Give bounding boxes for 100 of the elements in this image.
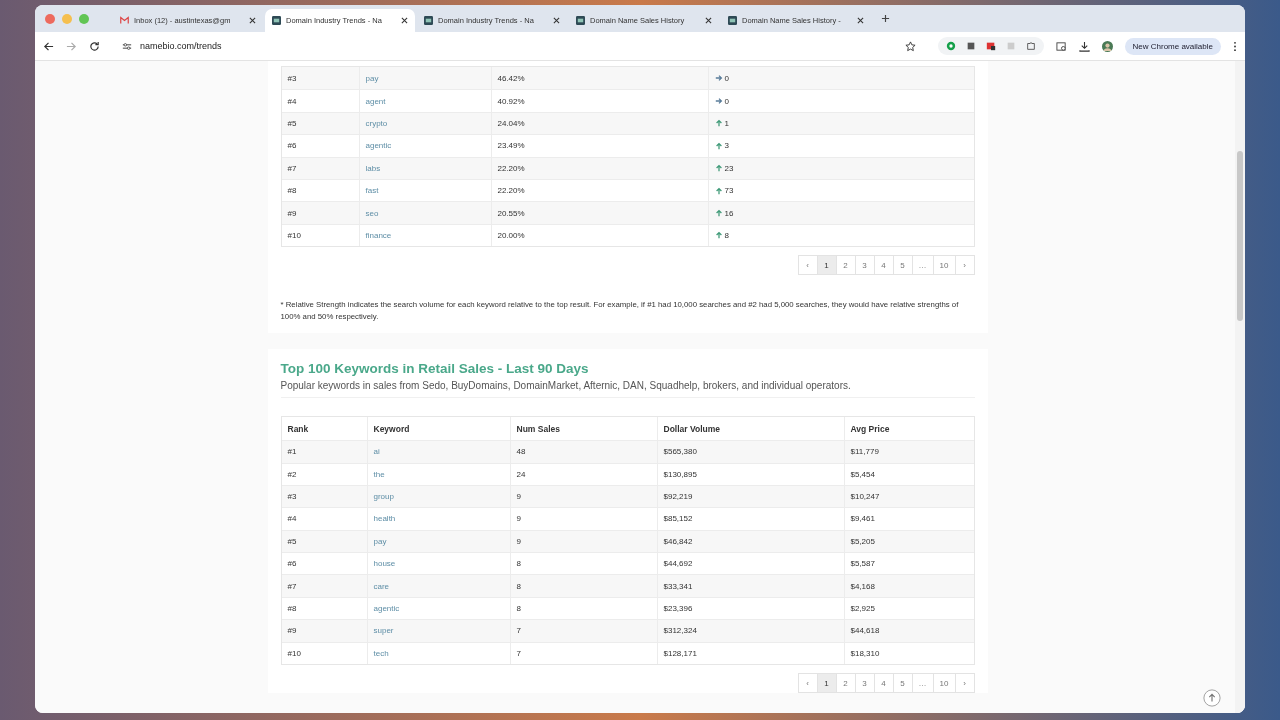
rank-change: 0 <box>724 73 729 83</box>
table-cell-text: #8 <box>286 185 298 198</box>
table-cell: $18,310 <box>843 642 974 665</box>
scroll-to-top-icon[interactable] <box>1203 689 1221 707</box>
page-button[interactable]: 2 <box>835 255 856 276</box>
keyword-link[interactable]: crypto <box>365 118 388 128</box>
page-button[interactable]: 5 <box>892 673 913 694</box>
table-cell: 7 <box>509 642 657 665</box>
next-page-button[interactable]: › <box>954 255 975 276</box>
page-button[interactable]: 3 <box>854 673 875 694</box>
download-icon[interactable] <box>1078 40 1090 52</box>
table-cell-text: #3 <box>286 72 298 85</box>
table-cell: 9 <box>509 508 657 530</box>
keyword-link[interactable]: seo <box>365 208 379 218</box>
table-cell: $33,341 <box>656 575 844 597</box>
close-tab-icon[interactable] <box>249 17 256 24</box>
table-cell-text: #4 <box>286 513 298 526</box>
next-page-button[interactable]: › <box>954 673 975 694</box>
table-cell: $9,461 <box>843 508 974 530</box>
extension-icon[interactable] <box>985 41 996 51</box>
site-logo-icon <box>728 16 737 25</box>
table-cell-text: #10 <box>286 229 302 242</box>
scrollbar[interactable] <box>1235 61 1245 713</box>
keyword-link[interactable]: finance <box>365 230 392 240</box>
keyword-link[interactable]: tech <box>373 648 389 658</box>
keyword-link[interactable]: ai <box>373 447 380 457</box>
previous-page-button[interactable]: ‹ <box>797 673 818 694</box>
table-cell: $44,618 <box>843 620 974 642</box>
page-button[interactable]: 10 <box>932 255 956 276</box>
keyword-link[interactable]: pay <box>373 536 387 546</box>
table-cell: 24 <box>509 463 657 485</box>
table-cell-text: #5 <box>286 535 298 548</box>
puzzle-icon[interactable] <box>1025 41 1036 51</box>
table-cell: $128,171 <box>656 642 844 665</box>
keyword-link[interactable]: agentic <box>373 604 400 614</box>
table-cell-text: #8 <box>286 603 298 616</box>
extension-icon[interactable] <box>965 41 976 51</box>
table-cell: 22.20% <box>490 157 708 179</box>
rank-change: 1 <box>724 118 729 128</box>
reload-icon[interactable] <box>89 40 100 52</box>
keyword-link[interactable]: fast <box>365 186 379 196</box>
site-logo-icon <box>424 16 433 25</box>
table-cell-text: #4 <box>286 95 298 108</box>
table-cell-text: #7 <box>286 162 298 175</box>
avatar-icon[interactable] <box>1101 40 1113 52</box>
previous-page-button[interactable]: ‹ <box>797 255 818 276</box>
keyword-link[interactable]: super <box>373 626 394 636</box>
page-button[interactable]: … <box>911 673 934 694</box>
rank-change: 8 <box>724 230 729 240</box>
table-cell: $85,152 <box>656 508 844 530</box>
site-logo-icon <box>576 16 585 25</box>
close-tab-icon[interactable] <box>857 17 864 24</box>
table-cell: 20.55% <box>490 202 708 224</box>
rank-change: 3 <box>724 141 729 151</box>
page-button[interactable]: 5 <box>892 255 913 276</box>
close-tab-icon[interactable] <box>553 17 560 24</box>
page-button[interactable]: 1 <box>816 673 837 694</box>
table-cell-text: #6 <box>286 558 298 571</box>
table-cell-text: #1 <box>286 446 298 459</box>
close-tab-icon[interactable] <box>705 17 712 24</box>
keyword-link[interactable]: pay <box>365 73 379 83</box>
table-cell: 23.49% <box>490 135 708 157</box>
page-button[interactable]: … <box>911 255 934 276</box>
table-cell: $10,247 <box>843 485 974 508</box>
table-cell: 46.42% <box>490 67 708 90</box>
table-cell: 40.92% <box>490 90 708 112</box>
table-cell: 7 <box>509 620 657 642</box>
site-settings-icon[interactable] <box>122 41 132 51</box>
table-cell-text: #5 <box>286 117 298 130</box>
keyword-link[interactable]: care <box>373 581 390 591</box>
keyword-link[interactable]: group <box>373 492 394 502</box>
table-cell-text: #10 <box>286 647 302 660</box>
page-button[interactable]: 4 <box>873 673 894 694</box>
page-button[interactable]: 2 <box>835 673 856 694</box>
keyword-link[interactable]: the <box>373 469 385 479</box>
page-button[interactable]: 10 <box>932 673 956 694</box>
menu-icon[interactable] <box>1233 40 1237 52</box>
new-tab-icon[interactable] <box>881 14 890 23</box>
keyword-link[interactable]: labs <box>365 163 381 173</box>
section-subtitle: Popular keywords in sales from Sedo, BuyDomains, DomainMarket, Afternic, DAN, Squadhelp, brokers, and individual operators. <box>280 380 975 399</box>
page-button[interactable]: 4 <box>873 255 894 276</box>
keyword-link[interactable]: agentic <box>365 141 392 151</box>
bookmark-star-icon[interactable] <box>904 40 916 52</box>
table-cell: $46,842 <box>656 530 844 553</box>
table-cell: $5,205 <box>843 530 974 553</box>
close-tab-icon[interactable] <box>401 17 408 24</box>
rank-change: 73 <box>724 186 734 196</box>
keyword-link[interactable]: health <box>373 514 396 524</box>
table-cell: 8 <box>509 575 657 597</box>
page-button[interactable]: 1 <box>816 255 837 276</box>
rank-change: 0 <box>724 96 729 106</box>
scrollbar-thumb[interactable] <box>1237 151 1243 321</box>
search-tab-icon[interactable] <box>1055 40 1067 52</box>
page-button[interactable]: 3 <box>854 255 875 276</box>
rank-change: 16 <box>724 208 734 218</box>
back-icon[interactable] <box>43 40 54 52</box>
keyword-link[interactable]: house <box>373 559 396 569</box>
keyword-link[interactable]: agent <box>365 96 386 106</box>
update-chrome-button[interactable]: New Chrome available <box>1124 37 1221 55</box>
column-header: Rank <box>286 422 310 436</box>
